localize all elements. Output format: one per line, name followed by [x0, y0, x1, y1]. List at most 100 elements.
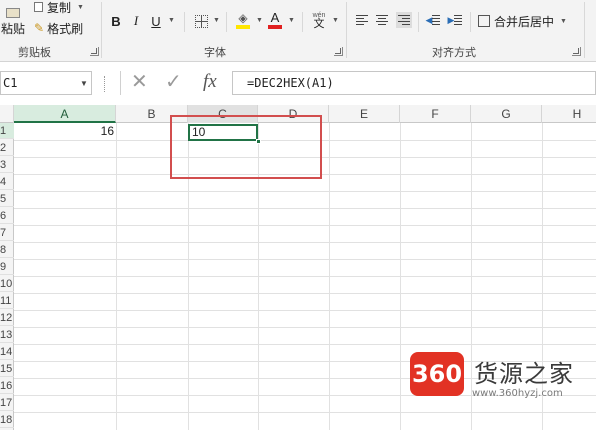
row-header[interactable]: 18 [0, 412, 14, 428]
paste-button[interactable]: 粘贴 [0, 4, 26, 40]
decrease-indent-lines-icon [432, 15, 441, 25]
annotation-highlight-box [170, 115, 322, 179]
border-dropdown-icon[interactable]: ▼ [213, 17, 220, 24]
enter-icon[interactable]: ✓ [165, 71, 182, 93]
font-group-label: 字体 [204, 47, 226, 59]
gridline [14, 208, 596, 209]
align-center-button[interactable] [374, 12, 390, 28]
column-header-a[interactable]: A [14, 105, 116, 123]
align-left-button[interactable] [354, 12, 370, 28]
format-painter-button[interactable]: ✎ 格式刷 [34, 20, 83, 36]
row-header[interactable]: 3 [0, 157, 14, 173]
row-header[interactable]: 14 [0, 344, 14, 360]
watermark-site-name: 货源之家 [474, 360, 574, 388]
format-painter-icon: ✎ [34, 21, 45, 35]
decrease-indent-button[interactable]: ◀ [424, 12, 442, 28]
row-header[interactable]: 1 [0, 123, 14, 139]
gridline [14, 191, 596, 192]
name-box-dropdown-icon[interactable]: ▼ [80, 79, 88, 88]
increase-indent-lines-icon [454, 15, 463, 25]
align-divider-2 [470, 12, 471, 32]
fill-color-swatch [236, 24, 250, 29]
ribbon: 粘贴 复制 ▼ ✎ 格式刷 剪贴板 B I U ▼ ▼ ◈ ▼ A ▼ wén … [0, 0, 596, 62]
clipboard-dialog-launcher-icon[interactable] [90, 47, 99, 56]
font-color-swatch [268, 25, 282, 29]
ribbon-divider-2 [346, 2, 347, 58]
increase-indent-button[interactable]: ▶ [446, 12, 464, 28]
row-header[interactable]: 2 [0, 140, 14, 156]
row-header[interactable]: 7 [0, 225, 14, 241]
border-icon [194, 14, 208, 28]
italic-button[interactable]: I [128, 12, 144, 30]
align-right-icon [398, 15, 410, 25]
align-left-icon [356, 15, 368, 25]
paste-icon [6, 7, 20, 18]
ribbon-divider-3 [584, 2, 585, 58]
column-header-h[interactable]: H [542, 105, 596, 123]
row-header[interactable]: 10 [0, 276, 14, 292]
font-divider-3 [302, 12, 303, 32]
row-header[interactable]: 17 [0, 395, 14, 411]
merge-center-icon [478, 15, 490, 27]
border-button[interactable] [192, 12, 210, 30]
row-header[interactable]: 15 [0, 361, 14, 377]
gridline [14, 412, 596, 413]
row-header[interactable]: 8 [0, 242, 14, 258]
format-painter-label: 格式刷 [47, 21, 84, 36]
formula-bar: C1 ▼ ✕ ✓ fx =DEC2HEX(A1) [0, 68, 596, 102]
row-headers: 1 2 3 4 5 6 7 8 9 10 11 12 13 14 15 16 1… [0, 123, 14, 430]
alignment-dialog-launcher-icon[interactable] [572, 47, 581, 56]
formula-input[interactable]: =DEC2HEX(A1) [232, 71, 596, 95]
watermark-url: www.360hyzj.com [472, 388, 563, 399]
row-header[interactable]: 13 [0, 327, 14, 343]
merge-center-button[interactable]: 合并后居中 ▼ [478, 12, 567, 30]
copy-label: 复制 [47, 0, 72, 15]
increase-indent-icon: ▶ [447, 14, 455, 25]
align-right-button[interactable] [396, 12, 412, 28]
column-header-f[interactable]: F [400, 105, 471, 123]
cancel-icon[interactable]: ✕ [131, 71, 148, 93]
gridline [14, 327, 596, 328]
underline-dropdown-icon[interactable]: ▼ [168, 17, 175, 24]
gridline [14, 242, 596, 243]
row-header[interactable]: 11 [0, 293, 14, 309]
row-header[interactable]: 16 [0, 378, 14, 394]
gridline [14, 344, 596, 345]
row-header[interactable]: 5 [0, 191, 14, 207]
fill-color-button[interactable]: ◈ [234, 9, 252, 31]
row-header[interactable]: 12 [0, 310, 14, 326]
underline-button[interactable]: U [148, 12, 164, 30]
merge-center-dropdown-icon[interactable]: ▼ [560, 18, 567, 25]
phonetic-dropdown-icon[interactable]: ▼ [332, 17, 339, 24]
font-color-dropdown-icon[interactable]: ▼ [288, 17, 295, 24]
insert-function-icon[interactable]: fx [203, 71, 217, 93]
merge-center-label: 合并后居中 [494, 14, 555, 29]
watermark-logo-text: 360 [411, 360, 463, 388]
paste-label: 粘贴 [0, 21, 25, 36]
row-header[interactable]: 9 [0, 259, 14, 275]
formula-text: =DEC2HEX(A1) [247, 76, 334, 90]
copy-button[interactable]: 复制 ▼ [34, 0, 84, 15]
bold-button[interactable]: B [108, 12, 124, 30]
cell-a1[interactable]: 16 [14, 123, 116, 139]
font-color-button[interactable]: A [266, 9, 284, 31]
name-box-value: C1 [3, 76, 18, 90]
decrease-indent-icon: ◀ [425, 14, 433, 25]
row-header[interactable]: 6 [0, 208, 14, 224]
name-box[interactable]: C1 [0, 71, 92, 95]
copy-dropdown-icon: ▼ [77, 3, 84, 11]
font-divider [184, 12, 185, 32]
align-center-icon [376, 15, 388, 25]
phonetic-button[interactable]: wén 文 [308, 8, 330, 32]
font-dialog-launcher-icon[interactable] [334, 47, 343, 56]
gridline [14, 225, 596, 226]
column-header-e[interactable]: E [329, 105, 400, 123]
column-header-g[interactable]: G [471, 105, 542, 123]
clipboard-group-label: 剪贴板 [18, 47, 51, 59]
select-all-corner[interactable] [0, 105, 14, 123]
ribbon-divider [101, 2, 102, 58]
fill-color-dropdown-icon[interactable]: ▼ [256, 17, 263, 24]
phonetic-wen-char: 文 [313, 18, 325, 30]
formula-bar-resize-handle[interactable] [104, 76, 107, 92]
row-header[interactable]: 4 [0, 174, 14, 190]
